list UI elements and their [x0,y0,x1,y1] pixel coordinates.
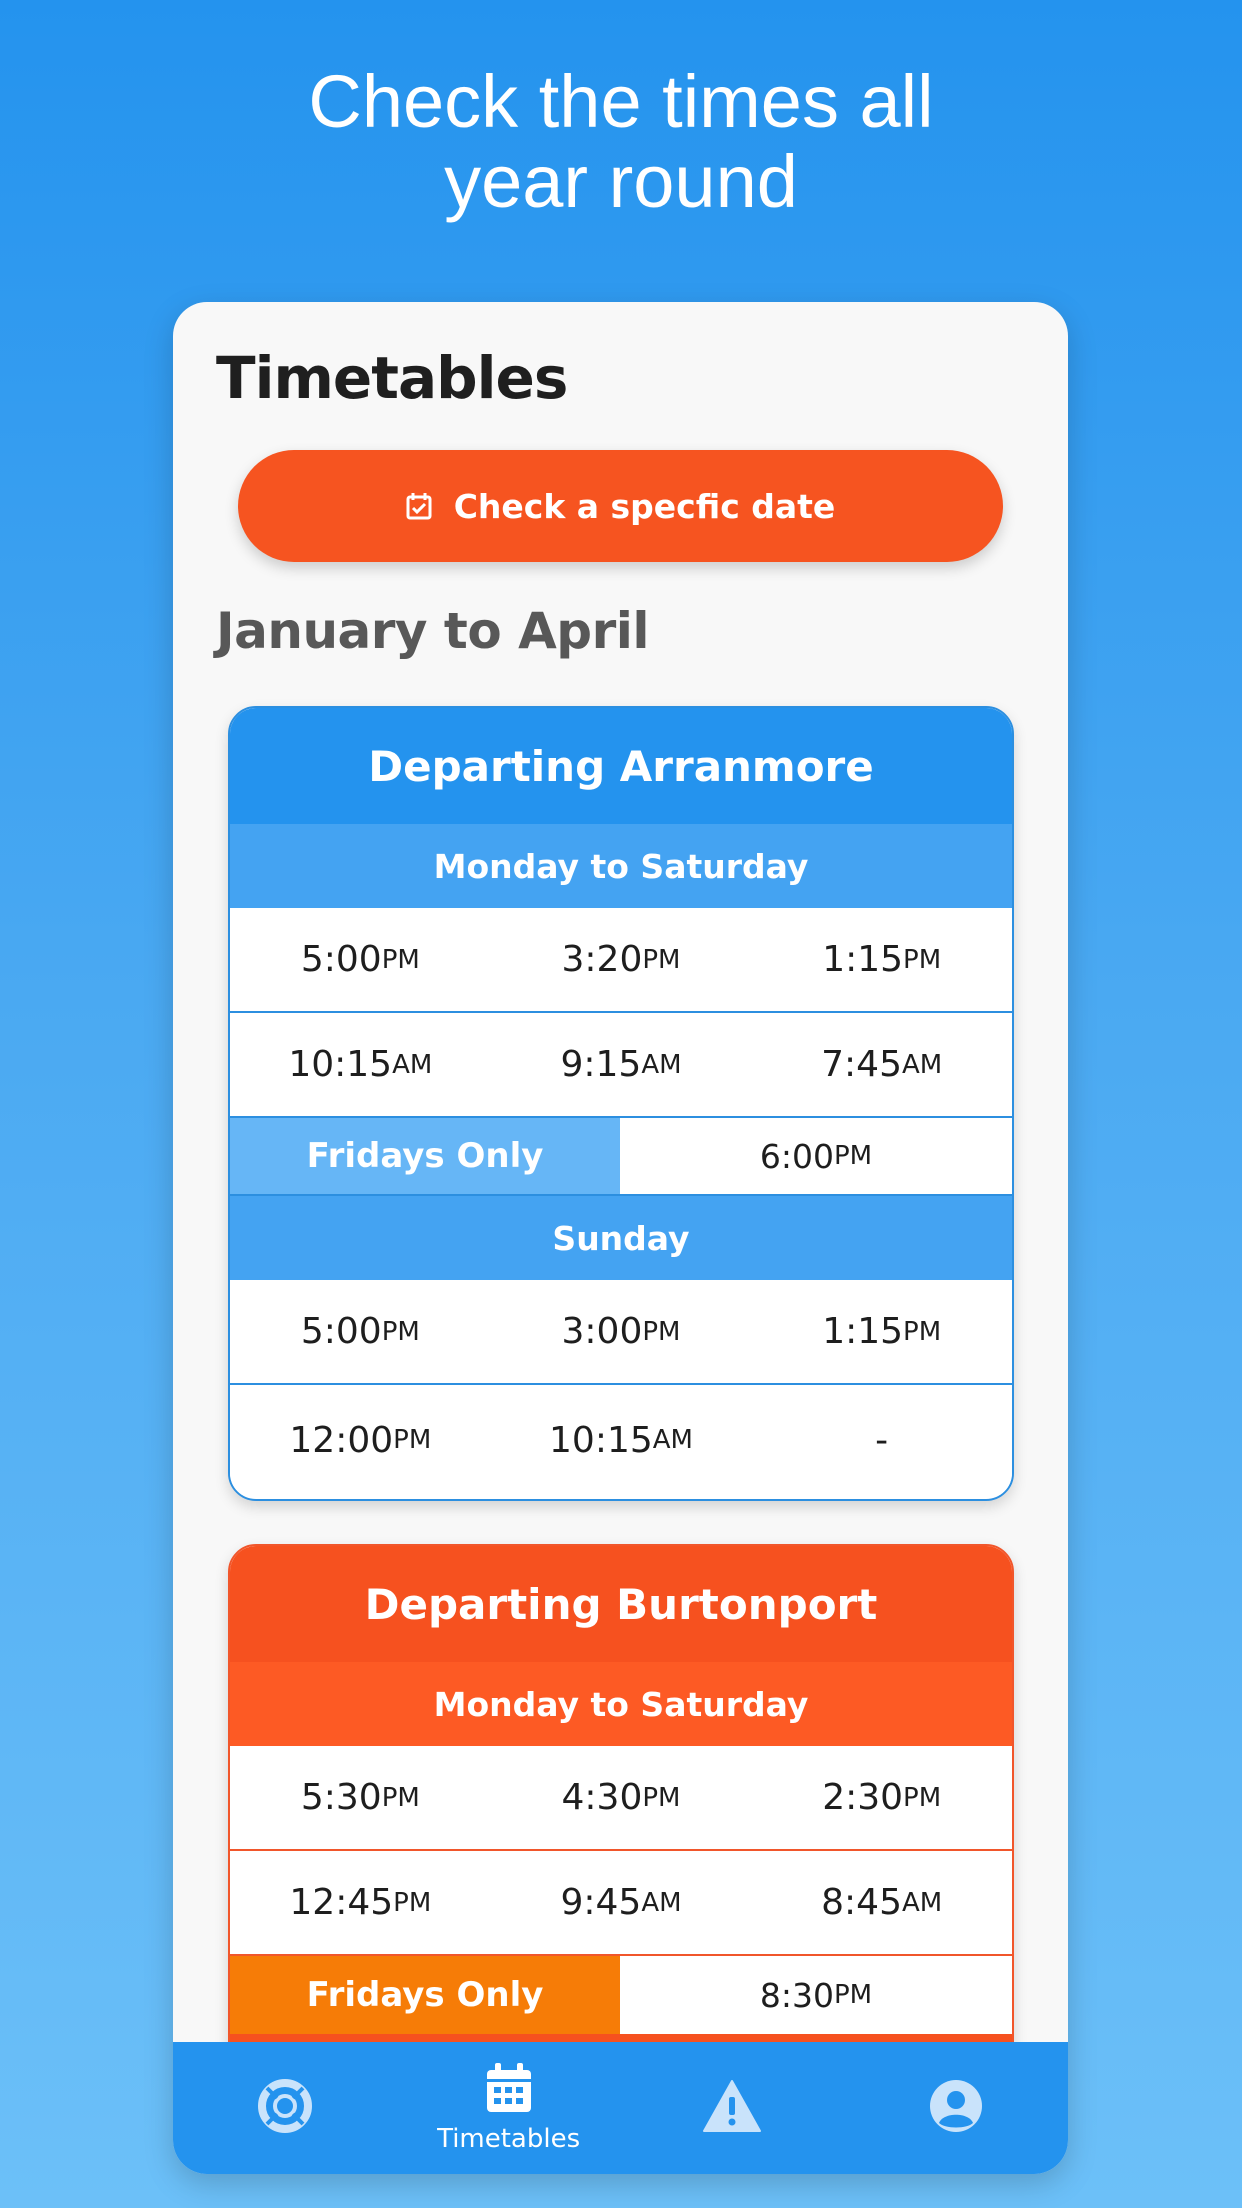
fridays-only-label: Fridays Only [230,1956,620,2034]
sunday-header: Sunday [230,1196,1012,1280]
card-title: Departing Burtonport [230,1546,1012,1662]
card-title: Departing Arranmore [230,708,1012,824]
time-cell: 5:00 PM [300,939,420,980]
time-cell: 8:45 AM [821,1882,943,1923]
calendar-icon [485,2062,533,2118]
headline: Check the times all year round [0,62,1242,222]
headline-line-2: year round [444,140,798,223]
time-cell: 12:00 PM [289,1419,432,1461]
phone-screen: Timetables Check a specfic date January … [173,302,1068,2174]
fridays-only-row: Fridays Only 8:30 PM [230,1956,1012,2034]
fridays-only-label: Fridays Only [230,1118,620,1194]
tab-account[interactable] [844,2042,1068,2174]
table-row: 5:30 PM 4:30 PM 2:30 PM [230,1746,1012,1851]
time-cell: - [875,1419,889,1461]
table-row: 12:45 PM 9:45 AM 8:45 AM [230,1851,1012,1956]
check-date-button[interactable]: Check a specfic date [238,450,1003,562]
tab-lifebuoy[interactable] [173,2042,397,2174]
time-cell: 3:20 PM [561,939,681,980]
weekday-header: Monday to Saturday [230,1662,1012,1746]
bottom-tab-bar: Timetables [173,2042,1068,2174]
warning-icon [702,2079,762,2137]
weekday-header: Monday to Saturday [230,824,1012,908]
calendar-check-icon [406,492,432,520]
check-date-label: Check a specfic date [453,486,836,526]
tab-timetables[interactable]: Timetables [397,2042,621,2174]
lifebuoy-icon [257,2079,312,2137]
tab-timetables-label: Timetables [437,2124,581,2154]
user-icon [929,2079,983,2137]
time-cell: 1:15 PM [822,1311,942,1352]
table-row: 12:00 PM 10:15 AM - [230,1385,1012,1495]
time-cell: 9:45 AM [560,1882,682,1923]
fridays-only-row: Fridays Only 6:00 PM [230,1118,1012,1196]
time-cell: 5:30 PM [300,1777,420,1818]
time-cell: 5:00 PM [300,1311,420,1352]
table-row: 5:00 PM 3:20 PM 1:15 PM [230,908,1012,1013]
time-cell: 3:00 PM [561,1311,681,1352]
table-row: 5:00 PM 3:00 PM 1:15 PM [230,1280,1012,1385]
tab-alerts[interactable] [621,2042,845,2174]
headline-line-1: Check the times all [308,60,934,143]
table-row: 10:15 AM 9:15 AM 7:45 AM [230,1013,1012,1118]
page-title: Timetables [216,344,568,412]
time-cell: 8:30 PM [620,1956,1012,2034]
time-cell: 9:15 AM [560,1044,682,1085]
time-cell: 10:15 AM [288,1044,433,1085]
time-cell: 1:15 PM [822,939,942,980]
time-cell: 6:00 PM [620,1118,1012,1194]
arranmore-timetable-card: Departing Arranmore Monday to Saturday 5… [228,706,1014,1501]
time-cell: 10:15 AM [549,1419,693,1461]
time-cell: 12:45 PM [289,1882,432,1923]
time-cell: 2:30 PM [822,1777,942,1818]
time-cell: 4:30 PM [561,1777,681,1818]
time-cell: 7:45 AM [821,1044,943,1085]
section-title: January to April [216,602,650,660]
